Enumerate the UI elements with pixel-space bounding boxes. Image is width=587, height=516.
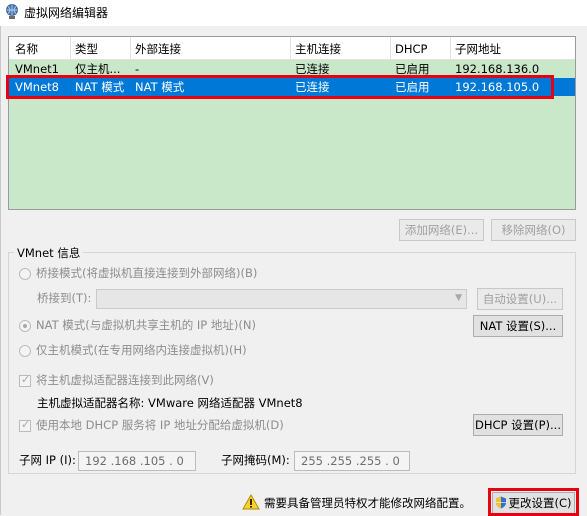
warning-icon <box>242 494 260 510</box>
dhcp-settings-button[interactable]: DHCP 设置(P)... <box>473 414 563 436</box>
subnet-mask-label: 子网掩码(M): <box>221 453 290 467</box>
checkmark-icon: ✓ <box>21 418 31 431</box>
column-header-dhcp[interactable]: DHCP <box>395 41 427 57</box>
column-header-subnet[interactable]: 子网地址 <box>455 41 501 57</box>
nat-mode-radio[interactable] <box>19 320 31 332</box>
host-only-mode-label: 仅主机模式(在专用网络内连接虚拟机)(H) <box>36 343 247 357</box>
connect-adapter-checkbox[interactable]: ✓ <box>19 373 31 387</box>
connect-adapter-label: 将主机虚拟适配器连接到此网络(V) <box>36 373 214 387</box>
subnet-ip-input[interactable]: 192 .168 .105 . 0 <box>78 451 196 471</box>
bridged-mode-label: 桥接模式(将虚拟机直接连接到外部网络)(B) <box>36 266 258 280</box>
remove-network-button[interactable]: 移除网络(O) <box>491 219 576 241</box>
use-dhcp-label: 使用本地 DHCP 服务将 IP 地址分配给虚拟机(D) <box>36 418 284 432</box>
change-settings-highlight-annotation <box>488 488 579 516</box>
title-bar: 虚拟网络编辑器 <box>0 0 587 26</box>
vmnet-info-title: VMnet 信息 <box>14 245 84 261</box>
subnet-ip-label: 子网 IP (I): <box>19 453 76 467</box>
add-network-button[interactable]: 添加网络(E)... <box>399 219 484 241</box>
window-title: 虚拟网络编辑器 <box>24 6 109 20</box>
nat-mode-label: NAT 模式(与虚拟机共享主机的 IP 地址)(N) <box>36 318 256 332</box>
column-header-external[interactable]: 外部连接 <box>135 41 181 57</box>
nat-settings-button[interactable]: NAT 设置(S)... <box>473 315 563 337</box>
network-list[interactable]: 名称 类型 外部连接 主机连接 DHCP 子网地址 VMnet1 仅主机... … <box>8 36 576 210</box>
selection-highlight-annotation <box>6 75 554 99</box>
host-only-mode-radio[interactable] <box>19 345 31 357</box>
column-header-name[interactable]: 名称 <box>15 41 38 57</box>
admin-warning-text: 需要具备管理员特权才能修改网络配置。 <box>264 496 471 510</box>
auto-settings-button[interactable]: 自动设置(U)... <box>477 288 563 310</box>
bridged-mode-radio[interactable] <box>19 268 31 280</box>
chevron-down-icon: ▼ <box>455 293 462 303</box>
bridged-to-select[interactable]: ▼ <box>96 289 467 309</box>
use-dhcp-checkbox[interactable]: ✓ <box>19 418 31 432</box>
vmnet-info-group <box>8 252 576 474</box>
column-header-type[interactable]: 类型 <box>75 41 98 57</box>
bridged-to-label: 桥接到(T): <box>37 291 92 305</box>
checkmark-icon: ✓ <box>21 373 31 386</box>
list-header: 名称 类型 外部连接 主机连接 DHCP 子网地址 <box>9 37 575 60</box>
column-header-host[interactable]: 主机连接 <box>295 41 341 57</box>
adapter-name-label: 主机虚拟适配器名称: VMware 网络适配器 VMnet8 <box>37 396 303 410</box>
network-globe-icon <box>6 4 18 19</box>
subnet-mask-input[interactable]: 255 .255 .255 . 0 <box>294 451 410 471</box>
